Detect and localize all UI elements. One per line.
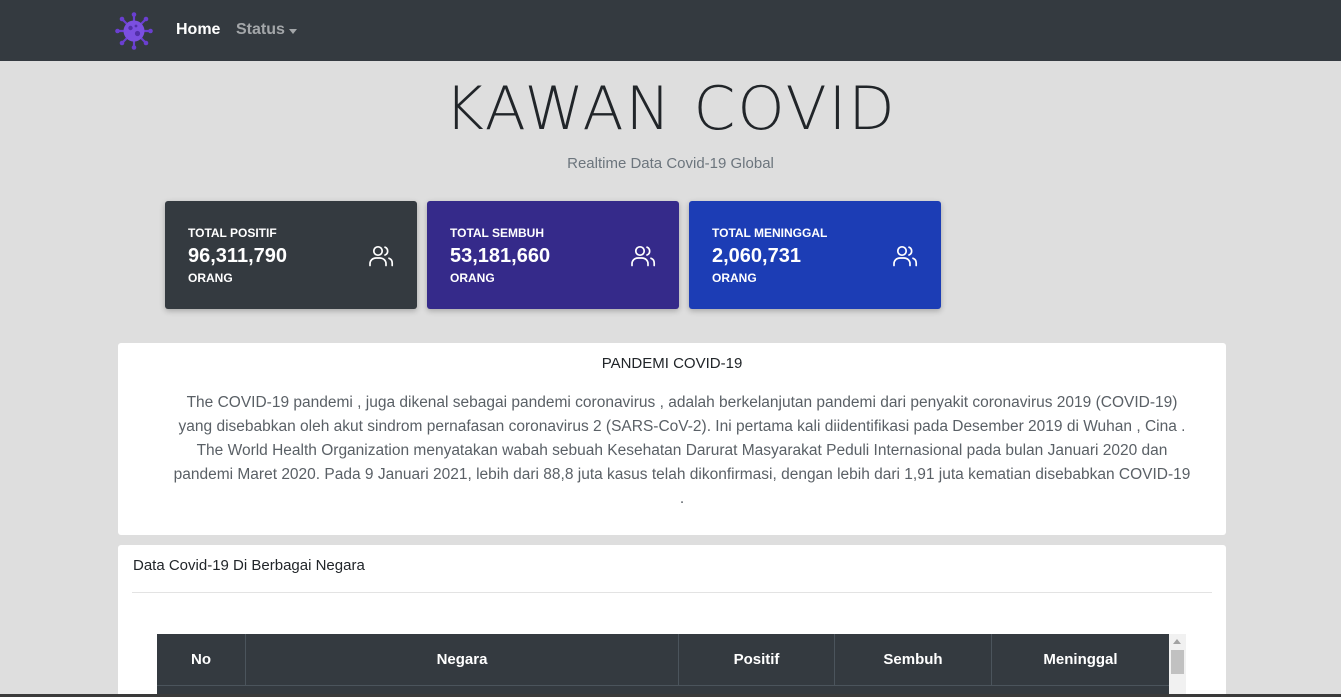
scroll-up-arrow-icon[interactable] [1173,639,1181,644]
virus-icon[interactable] [115,12,153,50]
card-label: TOTAL MENINGGAL [712,226,828,240]
scroll-thumb[interactable] [1171,650,1184,674]
card-unit: ORANG [450,271,495,285]
card-label: TOTAL SEMBUH [450,226,545,240]
card-total-positif: TOTAL POSITIF 96,311,790 ORANG [165,201,417,309]
column-header-sembuh[interactable]: Sembuh [835,634,992,685]
chevron-down-icon[interactable] [289,29,297,34]
users-icon [631,245,656,267]
card-unit: ORANG [188,271,233,285]
data-panel-title: Data Covid-19 Di Berbagai Negara [133,557,365,574]
info-text: The COVID-19 pandemi , juga dikenal seba… [173,394,1191,507]
card-total-sembuh: TOTAL SEMBUH 53,181,660 ORANG [427,201,679,309]
page-title: KAWAN COVID [444,74,897,144]
column-header-meninggal[interactable]: Meninggal [992,634,1169,685]
nav-home-link[interactable]: Home [176,21,220,39]
card-total-meninggal: TOTAL MENINGGAL 2,060,731 ORANG [689,201,941,309]
divider [132,592,1212,593]
users-icon [893,245,918,267]
card-label: TOTAL POSITIF [188,226,277,240]
country-data-panel: Data Covid-19 Di Berbagai Negara No Nega… [118,545,1226,697]
column-header-no[interactable]: No [157,634,246,685]
card-unit: ORANG [712,271,757,285]
card-value: 96,311,790 [188,245,287,267]
column-header-negara[interactable]: Negara [246,634,679,685]
column-header-positif[interactable]: Positif [679,634,835,685]
info-title: PANDEMI COVID-19 [601,355,743,372]
table-header: No Negara Positif Sembuh Meninggal [157,634,1169,685]
page-subtitle: Realtime Data Covid-19 Global [567,155,774,172]
card-value: 53,181,660 [450,245,551,267]
users-icon [369,245,394,267]
card-value: 2,060,731 [712,245,801,267]
navbar: Home Status [0,0,1341,61]
table-scrollbar[interactable] [1169,634,1186,697]
pandemic-info-panel: PANDEMI COVID-19 The COVID-19 pandemi , … [118,343,1226,535]
nav-status-dropdown[interactable]: Status [236,21,285,39]
